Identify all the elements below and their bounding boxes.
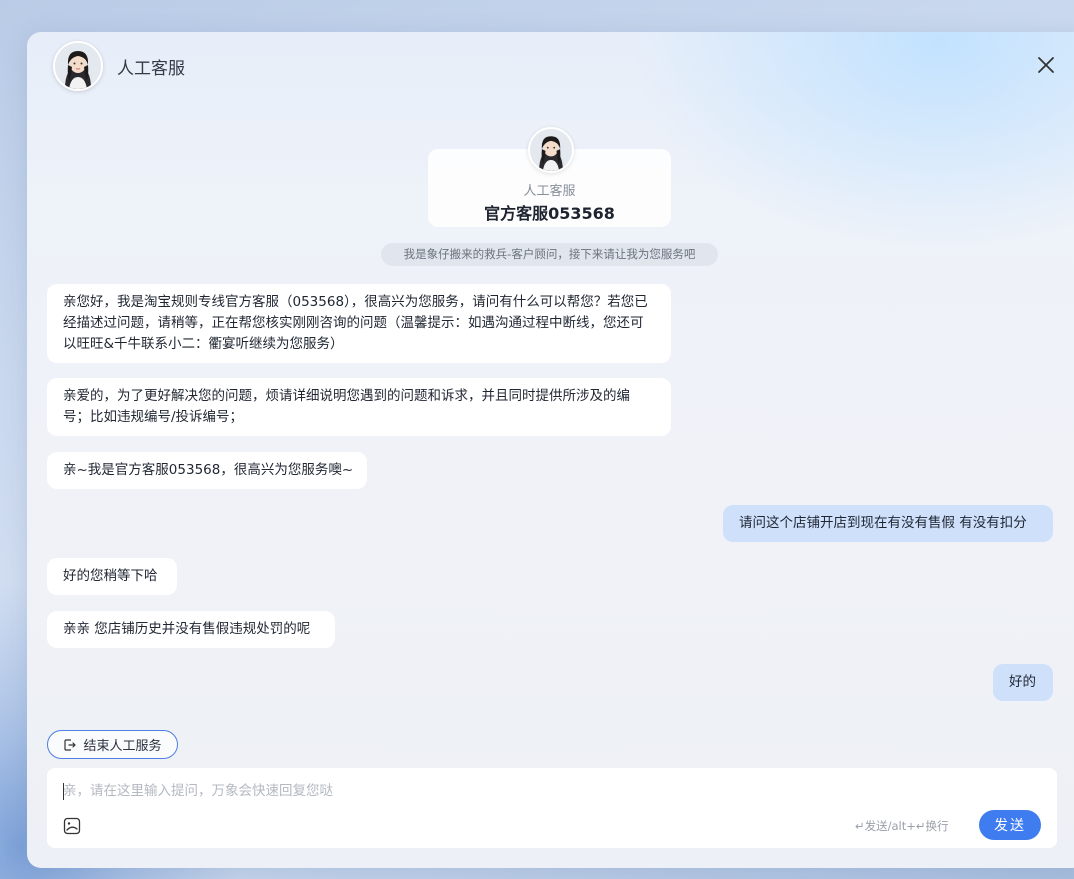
system-notice: 我是象仔搬来的救兵-客户顾问，接下来请让我为您服务吧 — [381, 243, 718, 266]
chat-window: 人工客服 人工客服 官方客服053568 我是象仔搬来的救兵-客户顾问，接下来请… — [27, 32, 1074, 868]
message-bubble-agent: 亲~我是官方客服053568，很高兴为您服务噢~ — [47, 452, 367, 489]
send-shortcut-hint: ↵发送/alt+↵换行 — [855, 819, 949, 833]
close-button[interactable] — [1035, 54, 1057, 76]
agent-card-avatar — [528, 127, 574, 173]
message-bubble-user: 请问这个店铺开店到现在有没有售假 有没有扣分 — [723, 505, 1053, 542]
agent-card: 人工客服 官方客服053568 — [428, 127, 671, 227]
close-icon — [1038, 57, 1054, 73]
header-title: 人工客服 — [117, 58, 185, 79]
message-bubble-user: 好的 — [993, 664, 1053, 701]
message-bubble-agent: 亲爱的，为了更好解决您的问题，烦请详细说明您遇到的问题和诉求，并且同时提供所涉及… — [47, 378, 671, 436]
message-bubble-agent: 亲亲 您店铺历史并没有售假违规处罚的呢 — [47, 611, 335, 648]
message-bubble-agent: 好的您稍等下哈 — [47, 558, 177, 595]
avatar-portrait-icon — [55, 43, 101, 89]
end-service-label: 结束人工服务 — [83, 739, 162, 754]
chat-header: 人工客服 — [53, 41, 185, 91]
image-emoji-button[interactable] — [63, 817, 81, 835]
panel-glow — [627, 32, 1074, 252]
logout-icon — [64, 738, 77, 751]
agent-role: 人工客服 — [523, 184, 576, 199]
end-service-button[interactable]: 结束人工服务 — [47, 730, 178, 759]
agent-avatar — [53, 41, 103, 91]
composer: ↵发送/alt+↵换行 发送 — [47, 768, 1057, 848]
text-caret — [63, 783, 64, 800]
message-bubble-agent: 亲您好，我是淘宝规则专线官方客服（053568），很高兴为您服务，请问有什么可以… — [47, 284, 671, 363]
avatar-portrait-icon — [530, 129, 572, 171]
agent-name: 官方客服053568 — [484, 204, 615, 223]
message-input[interactable] — [63, 780, 963, 802]
send-button[interactable]: 发送 — [979, 810, 1041, 840]
image-emoji-icon — [63, 817, 81, 835]
